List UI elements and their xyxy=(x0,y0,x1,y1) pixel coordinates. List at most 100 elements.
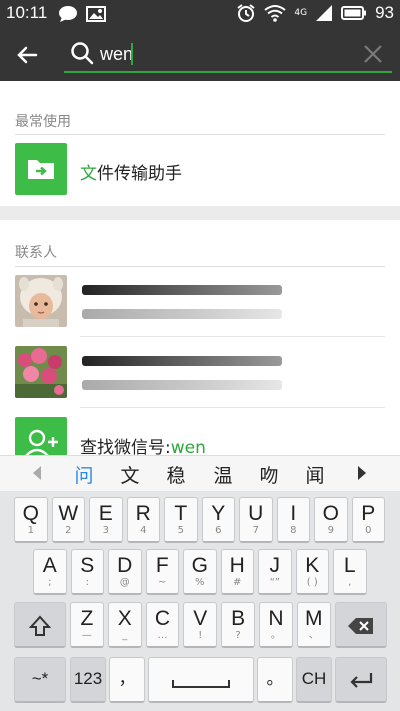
candidate-next-icon[interactable] xyxy=(357,465,367,481)
baby-photo-icon xyxy=(15,275,67,327)
backspace-key[interactable] xyxy=(335,602,387,648)
shift-key[interactable] xyxy=(14,602,66,648)
key-label: K xyxy=(305,554,320,577)
key-d[interactable]: D @ xyxy=(108,549,142,595)
flowers-photo-icon xyxy=(15,346,67,398)
key-label: S xyxy=(80,554,95,577)
key-g[interactable]: G% xyxy=(183,549,217,595)
key-u[interactable]: U7 xyxy=(239,497,273,543)
key-label: B xyxy=(231,607,246,630)
key-a[interactable]: A; xyxy=(33,549,67,595)
candidate-1[interactable]: 问 xyxy=(69,461,99,488)
key-n[interactable]: N。 xyxy=(259,602,293,648)
key-sublabel: 、 xyxy=(308,630,319,641)
frequent-section-header: 最常使用 xyxy=(15,114,71,130)
key-sublabel: 4 xyxy=(140,525,147,536)
chat-notification-icon xyxy=(59,6,77,22)
space-key[interactable] xyxy=(148,657,254,703)
clear-search-button[interactable] xyxy=(362,43,384,65)
key-r[interactable]: R4 xyxy=(126,497,160,543)
key-f[interactable]: F ~ xyxy=(145,549,179,595)
battery-icon xyxy=(341,6,367,20)
period-key[interactable]: 。 xyxy=(257,657,293,703)
key-sublabel: 0 xyxy=(365,525,372,536)
candidate-2[interactable]: 文 xyxy=(115,461,145,488)
contact-item-2[interactable] xyxy=(0,337,400,408)
key-q[interactable]: Q1 xyxy=(14,497,48,543)
contact-avatar-flowers xyxy=(15,346,67,398)
key-x[interactable]: X _ xyxy=(107,602,142,648)
key-label: M xyxy=(304,607,323,630)
candidate-5[interactable]: 吻 xyxy=(254,461,284,488)
add-user-icon xyxy=(25,429,58,455)
key-label: D xyxy=(117,554,133,577)
symbols-key[interactable]: ~* xyxy=(14,657,66,703)
key-sublabel: ; xyxy=(48,577,52,588)
close-icon xyxy=(364,45,382,63)
network-type-label: 4G xyxy=(294,8,308,18)
key-label: A xyxy=(42,554,57,577)
key-sublabel: # xyxy=(233,577,242,588)
key-sublabel: 3 xyxy=(102,525,109,536)
comma-key[interactable]: ， xyxy=(109,657,145,703)
key-label: J xyxy=(269,554,281,577)
key-l[interactable]: L, xyxy=(333,549,367,595)
numbers-key[interactable]: 123 xyxy=(70,657,106,703)
key-t[interactable]: T5 xyxy=(164,497,198,543)
redacted-contact-name xyxy=(82,356,282,366)
key-z[interactable]: Z — xyxy=(70,602,104,648)
key-sublabel: 1 xyxy=(27,525,34,536)
lookup-prefix: 查找微信号: xyxy=(80,438,171,455)
shift-icon xyxy=(28,615,52,636)
key-label: U xyxy=(248,502,264,525)
key-sublabel: 5 xyxy=(177,525,184,536)
key-sublabel: ( ) xyxy=(306,577,318,588)
key-sublabel: 9 xyxy=(327,525,334,536)
back-button[interactable] xyxy=(12,40,42,70)
ime-candidate-bar: 问 文 稳 温 吻 闻 xyxy=(0,455,400,491)
key-e[interactable]: E3 xyxy=(89,497,123,543)
key-label: F xyxy=(155,554,169,577)
key-j[interactable]: J “” xyxy=(258,549,292,595)
key-label: Y xyxy=(211,502,226,525)
key-sublabel: 6 xyxy=(215,525,222,536)
folder-arrow-icon xyxy=(28,160,54,179)
key-m[interactable]: M、 xyxy=(296,602,331,648)
key-label: W xyxy=(58,502,79,525)
redacted-contact-name xyxy=(82,285,282,295)
key-sublabel: — xyxy=(81,630,92,641)
key-sublabel: ! xyxy=(198,630,203,641)
key-label: X xyxy=(117,607,132,630)
key-o[interactable]: O9 xyxy=(314,497,348,543)
key-y[interactable]: Y6 xyxy=(201,497,235,543)
key-k[interactable]: K( ) xyxy=(295,549,329,595)
list-item-file-transfer[interactable]: 文件传输助手 xyxy=(0,135,400,205)
key-sublabel: % xyxy=(194,577,205,588)
contact-item-1[interactable] xyxy=(0,267,400,337)
search-header xyxy=(0,28,400,81)
language-switch-key[interactable]: CH xyxy=(296,657,332,703)
title-highlight: 文 xyxy=(80,164,97,184)
key-sublabel: … xyxy=(157,630,168,641)
key-c[interactable]: C… xyxy=(145,602,180,648)
key-v[interactable]: V! xyxy=(183,602,218,648)
key-h[interactable]: H # xyxy=(220,549,254,595)
backspace-icon xyxy=(348,618,373,634)
candidate-4[interactable]: 温 xyxy=(208,461,238,488)
key-label: T xyxy=(174,502,188,525)
key-sublabel: ~ xyxy=(158,577,167,588)
key-i[interactable]: I8 xyxy=(276,497,310,543)
lookup-wechat-id-item[interactable]: 查找微信号:wen xyxy=(0,408,400,455)
key-w[interactable]: W2 xyxy=(51,497,85,543)
search-input[interactable] xyxy=(100,41,350,67)
key-p[interactable]: P0 xyxy=(351,497,385,543)
candidate-prev-icon[interactable] xyxy=(32,465,42,481)
enter-key[interactable] xyxy=(335,657,387,703)
key-b[interactable]: B? xyxy=(221,602,255,648)
candidate-6[interactable]: 闻 xyxy=(300,461,330,488)
key-s[interactable]: S: xyxy=(70,549,104,595)
key-sublabel: : xyxy=(85,577,89,588)
add-friend-avatar xyxy=(15,417,67,455)
battery-percent: 93 xyxy=(375,3,394,22)
candidate-3[interactable]: 稳 xyxy=(161,461,191,488)
